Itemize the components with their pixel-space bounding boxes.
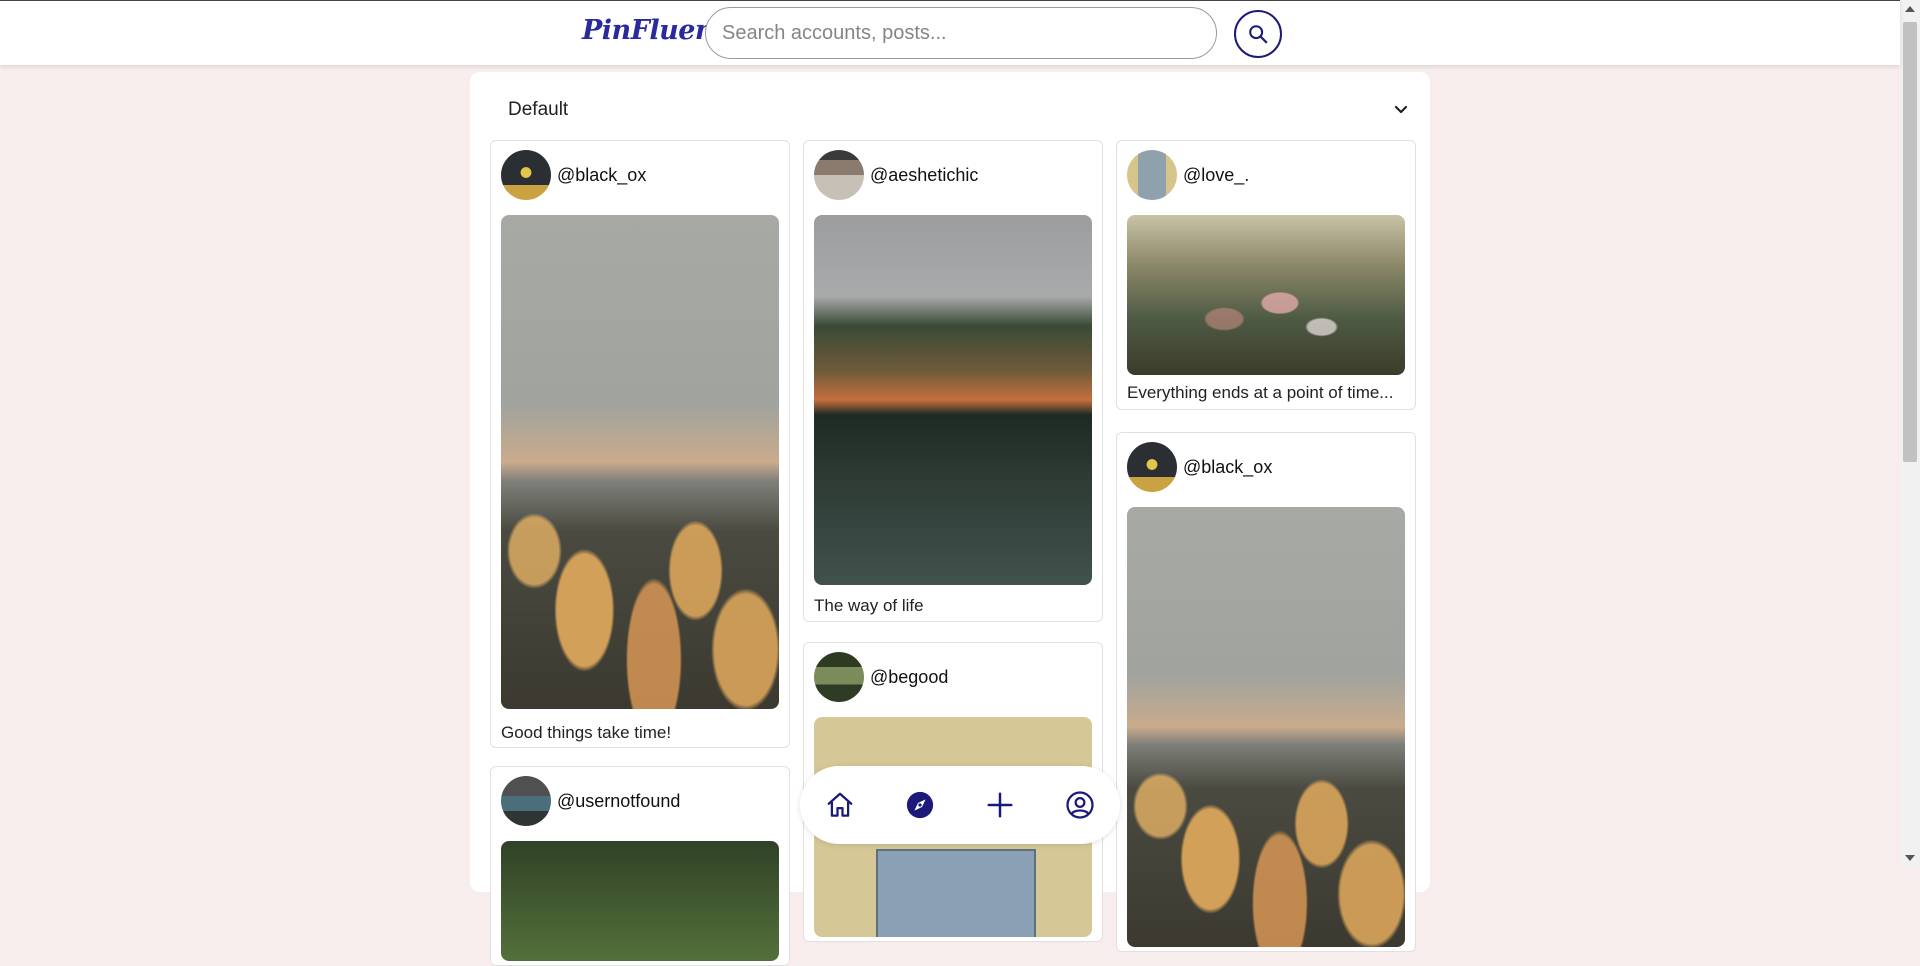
top-bar: PinFluence (0, 0, 1900, 65)
post-username[interactable]: @black_ox (557, 165, 646, 186)
inner-photo (876, 849, 1036, 937)
chevron-down-icon (1394, 105, 1408, 114)
search-button[interactable] (1234, 10, 1282, 58)
post-image[interactable] (501, 215, 779, 709)
post-card[interactable]: @love_. Everything ends at a point of ti… (1116, 140, 1416, 410)
post-caption: The way of life (814, 596, 924, 615)
post-image[interactable] (814, 215, 1092, 585)
post-card[interactable]: @aeshetichic The way of life (803, 140, 1103, 622)
post-username[interactable]: @aeshetichic (870, 165, 978, 186)
post-header: @begood (814, 652, 948, 702)
avatar[interactable] (501, 150, 551, 200)
post-header: @usernotfound (501, 776, 680, 826)
post-image[interactable] (1127, 507, 1405, 947)
post-username[interactable]: @black_ox (1183, 457, 1272, 478)
compass-icon (906, 791, 934, 819)
post-header: @love_. (1127, 150, 1249, 200)
plus-icon (987, 792, 1013, 818)
scroll-thumb[interactable] (1903, 22, 1917, 462)
nav-home-button[interactable] (818, 783, 862, 827)
post-card[interactable]: @black_ox Good things take time! (490, 140, 790, 748)
nav-explore-button[interactable] (898, 783, 942, 827)
user-icon (1066, 791, 1094, 819)
post-username[interactable]: @usernotfound (557, 791, 680, 812)
post-image[interactable] (1127, 215, 1405, 375)
sort-selected-value: Default (508, 99, 569, 120)
bottom-navigation (800, 766, 1120, 844)
nav-profile-button[interactable] (1058, 783, 1102, 827)
post-header: @aeshetichic (814, 150, 978, 200)
search-input[interactable] (705, 7, 1217, 59)
post-username[interactable]: @begood (870, 667, 948, 688)
post-caption: Everything ends at a point of time... (1127, 383, 1394, 402)
avatar[interactable] (1127, 150, 1177, 200)
post-image[interactable] (501, 841, 779, 961)
post-card[interactable]: @black_ox (1116, 432, 1416, 952)
post-header: @black_ox (501, 150, 646, 200)
avatar[interactable] (814, 652, 864, 702)
search-icon (1249, 25, 1268, 44)
post-header: @black_ox (1127, 442, 1272, 492)
avatar[interactable] (501, 776, 551, 826)
home-icon (827, 792, 853, 817)
nav-create-button[interactable] (978, 783, 1022, 827)
post-card[interactable]: @usernotfound (490, 766, 790, 966)
page-scrollbar[interactable] (1900, 0, 1920, 867)
scroll-up-arrow-icon[interactable] (1905, 6, 1915, 12)
post-username[interactable]: @love_. (1183, 165, 1249, 186)
avatar[interactable] (1127, 442, 1177, 492)
scroll-down-arrow-icon[interactable] (1905, 855, 1915, 861)
sort-dropdown[interactable]: Default (508, 92, 1418, 128)
post-caption: Good things take time! (501, 723, 672, 742)
avatar[interactable] (814, 150, 864, 200)
